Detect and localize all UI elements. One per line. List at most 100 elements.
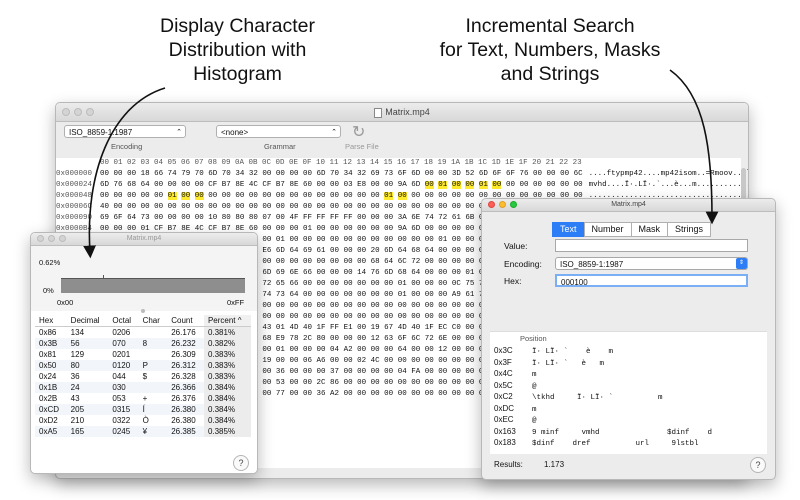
hex-byte[interactable]: FA: [411, 368, 420, 376]
hex-byte[interactable]: FF: [330, 214, 339, 222]
hex-byte[interactable]: 00: [492, 181, 502, 189]
hex-byte[interactable]: E9: [276, 335, 285, 343]
hex-byte[interactable]: 00: [344, 269, 353, 277]
hex-byte[interactable]: 00: [289, 302, 298, 310]
hex-byte[interactable]: FF: [330, 324, 339, 332]
hex-byte[interactable]: 6F: [398, 170, 407, 178]
hex-byte[interactable]: 00: [289, 313, 298, 321]
close-button[interactable]: [488, 201, 495, 208]
hex-byte[interactable]: 3D: [452, 170, 461, 178]
hex-byte[interactable]: 00: [330, 181, 339, 189]
hex-byte[interactable]: 00: [371, 192, 380, 200]
hex-byte[interactable]: 00: [141, 192, 150, 200]
hex-byte[interactable]: 00: [398, 302, 407, 310]
hex-byte[interactable]: 73: [141, 214, 150, 222]
hex-byte[interactable]: 72: [425, 335, 434, 343]
hex-byte[interactable]: 64: [411, 269, 420, 277]
hex-byte[interactable]: E1: [344, 324, 353, 332]
result-row[interactable]: 0x183 $dinf dref url 9lstbl: [494, 438, 764, 448]
hex-byte[interactable]: 00: [330, 192, 339, 200]
hex-byte[interactable]: 00: [411, 192, 420, 200]
hex-byte[interactable]: 00: [438, 379, 447, 387]
split-handle[interactable]: [141, 309, 145, 313]
hex-byte[interactable]: 00: [181, 203, 190, 211]
hex-byte[interactable]: 00: [100, 170, 109, 178]
parse-icon[interactable]: ↻: [352, 122, 365, 142]
hex-byte[interactable]: 00: [560, 170, 569, 178]
hex-byte[interactable]: 00: [100, 192, 109, 200]
hex-byte[interactable]: 00: [452, 203, 461, 211]
hex-byte[interactable]: 00: [303, 236, 312, 244]
hex-byte[interactable]: 6D: [411, 170, 420, 178]
hex-byte[interactable]: 00: [425, 346, 434, 354]
hex-byte[interactable]: 00: [262, 302, 271, 310]
hex-byte[interactable]: 66: [303, 269, 312, 277]
hex-byte[interactable]: 37: [330, 368, 339, 376]
column-header[interactable]: Octal: [108, 315, 138, 327]
result-row[interactable]: 0xC2 \tkhd Ï· LÏ· ` m: [494, 392, 764, 402]
hex-byte[interactable]: 00: [574, 181, 583, 189]
hex-byte[interactable]: 72: [411, 258, 420, 266]
hex-byte[interactable]: 00: [452, 390, 461, 398]
hex-byte[interactable]: 00: [452, 313, 461, 321]
column-header[interactable]: Char: [139, 315, 168, 327]
minimize-button[interactable]: [74, 108, 82, 116]
hex-byte[interactable]: 00: [371, 214, 380, 222]
hex-byte[interactable]: 76: [114, 181, 123, 189]
hex-byte[interactable]: 00: [344, 357, 353, 365]
hex-byte[interactable]: 00: [465, 203, 474, 211]
hex-byte[interactable]: 01: [478, 181, 488, 189]
hex-byte[interactable]: 6D: [479, 170, 488, 178]
hex-byte[interactable]: 00: [384, 368, 393, 376]
hex-byte[interactable]: 6F: [114, 214, 123, 222]
hex-byte[interactable]: 00: [357, 192, 366, 200]
hex-byte[interactable]: 00: [262, 170, 271, 178]
hex-byte[interactable]: 00: [465, 302, 474, 310]
hex-byte[interactable]: 00: [384, 302, 393, 310]
hex-byte[interactable]: 00: [303, 258, 312, 266]
hex-byte[interactable]: 06: [303, 357, 312, 365]
hex-byte[interactable]: 00: [276, 203, 285, 211]
hex-byte[interactable]: 00: [357, 335, 366, 343]
hex-byte[interactable]: 00: [181, 214, 190, 222]
hex-byte[interactable]: 00: [384, 291, 393, 299]
hex-byte[interactable]: 72: [438, 214, 447, 222]
hex-byte[interactable]: 00: [357, 390, 366, 398]
hex-byte[interactable]: 00: [452, 357, 461, 365]
hex-byte[interactable]: 00: [317, 258, 326, 266]
hex-byte[interactable]: 00: [398, 313, 407, 321]
hex-byte[interactable]: 64: [384, 258, 393, 266]
hex-byte[interactable]: 01: [276, 346, 285, 354]
hex-byte[interactable]: 00: [451, 181, 461, 189]
hex-byte[interactable]: 00: [317, 181, 326, 189]
hex-byte[interactable]: 00: [438, 313, 447, 321]
hex-byte[interactable]: 64: [141, 181, 150, 189]
hex-byte[interactable]: 00: [317, 269, 326, 277]
hex-byte[interactable]: 00: [357, 203, 366, 211]
hex-byte[interactable]: 00: [330, 313, 339, 321]
hex-byte[interactable]: 00: [425, 269, 434, 277]
hex-byte[interactable]: E8: [357, 181, 366, 189]
hex-byte[interactable]: 00: [533, 181, 542, 189]
column-header[interactable]: Decimal: [67, 315, 109, 327]
hex-byte[interactable]: 14: [357, 269, 366, 277]
hex-byte[interactable]: 00: [438, 192, 447, 200]
text-column[interactable]: mvhd....Ï·.LÏ·.`...è...m............: [589, 181, 748, 189]
hex-byte[interactable]: 00: [452, 302, 461, 310]
hex-byte[interactable]: 00: [425, 192, 434, 200]
hex-byte[interactable]: 66: [289, 280, 298, 288]
hex-byte[interactable]: 00: [425, 280, 434, 288]
hex-byte[interactable]: 01: [465, 269, 474, 277]
hex-byte[interactable]: 04: [398, 368, 407, 376]
hex-byte[interactable]: 00: [357, 225, 366, 233]
hex-byte[interactable]: 53: [276, 379, 285, 387]
hex-byte[interactable]: 00: [262, 368, 271, 376]
hex-byte[interactable]: 00: [249, 192, 258, 200]
hex-byte[interactable]: 00: [303, 313, 312, 321]
hex-byte[interactable]: 00: [438, 225, 447, 233]
column-header[interactable]: Percent ^: [203, 315, 251, 327]
hex-byte[interactable]: 34: [235, 170, 244, 178]
hex-byte[interactable]: 2C: [303, 335, 312, 343]
hex-byte[interactable]: 00: [452, 269, 461, 277]
hex-byte[interactable]: A2: [344, 346, 353, 354]
